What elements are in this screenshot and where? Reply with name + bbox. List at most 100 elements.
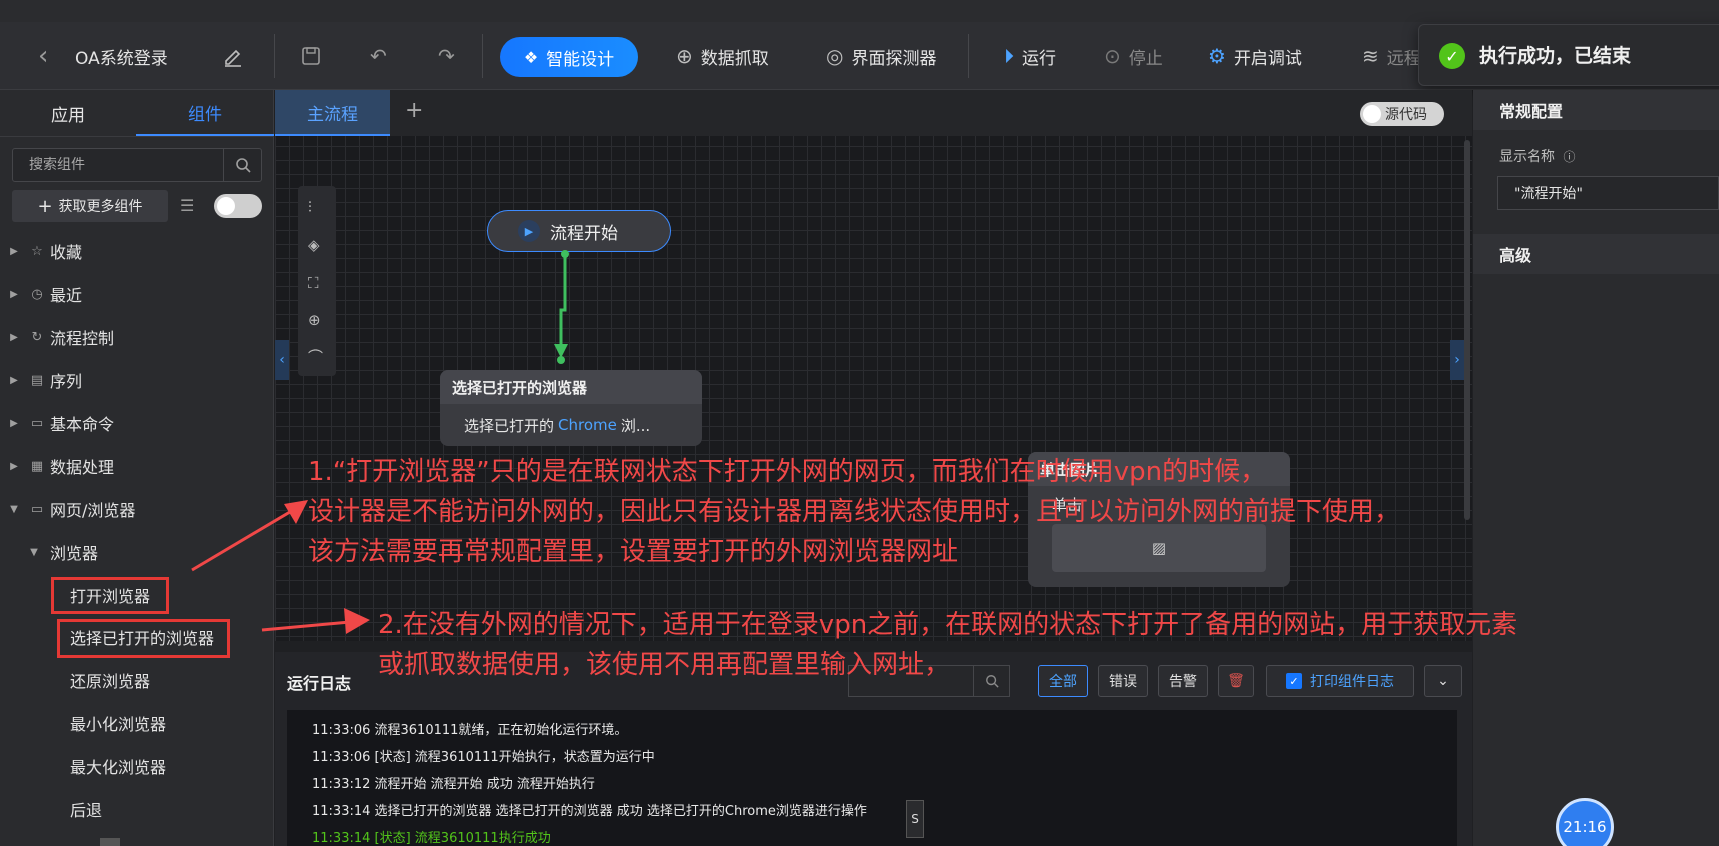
filter-list-icon[interactable]: ☰ [180, 196, 194, 215]
cube-icon: ❖ [523, 47, 539, 67]
tree-label: 收藏 [50, 243, 83, 262]
caret-down-icon: ▼ [10, 503, 18, 515]
component-restore-browser[interactable]: 还原浏览器 [0, 665, 274, 695]
run-button[interactable]: ⏵ 运行 [1004, 22, 1056, 90]
component-toggle[interactable] [214, 194, 262, 218]
chevron-down-icon[interactable]: ⌄ [1424, 665, 1462, 697]
caret-right-icon: ▶ [10, 417, 18, 429]
section-advanced[interactable]: 高级 [1473, 234, 1719, 274]
component-minimize-browser[interactable]: 最小化浏览器 [0, 708, 274, 738]
display-name-field[interactable]: "流程开始" [1497, 176, 1719, 210]
sliders-icon[interactable]: ⫶ [308, 198, 312, 216]
tree-item-web-browser[interactable]: ▼ ▭ 网页/浏览器 [0, 494, 274, 524]
filter-all-button[interactable]: 全部 [1038, 665, 1088, 697]
print-log-toggle[interactable]: ✓ 打印组件日志 [1266, 665, 1414, 697]
data-icon: ▦ [30, 458, 44, 474]
annotation-note1-line3: 该方法需要再常规配置里，设置要打开的外网浏览器网址 [308, 537, 959, 567]
search-input[interactable] [13, 149, 225, 181]
edit-title-button[interactable] [222, 22, 244, 90]
back-button[interactable]: ‹ [38, 22, 48, 90]
select-browser-node[interactable]: 选择已打开的浏览器 选择已打开的 Chrome 浏... [440, 370, 702, 446]
list-icon: ▤ [30, 372, 44, 388]
annotation-note2-line2: 或抓取数据使用，该使用不用再配置里输入网址， [378, 650, 951, 680]
stop-button[interactable]: ⊙ 停止 [1104, 22, 1163, 90]
remote-button[interactable]: ≋ 远程 [1362, 22, 1421, 90]
check-circle-icon: ✓ [1439, 43, 1465, 69]
success-toast: ✓ 执行成功，已结束 [1418, 24, 1719, 86]
component-maximize-browser[interactable]: 最大化浏览器 [0, 751, 274, 781]
component-panel: 应用 组件 + 获取更多组件 ☰ ▶ ☆ 收藏 ▶ ◷ 最近 ▶ [0, 90, 274, 846]
tree-item-favorites[interactable]: ▶ ☆ 收藏 [0, 236, 274, 266]
run-label: 运行 [1022, 48, 1056, 69]
log-line: 11:33:12 流程开始 流程开始 成功 流程开始执行 [312, 777, 595, 792]
debug-button[interactable]: ⚙ 开启调试 [1208, 22, 1302, 90]
toast-text: 执行成功，已结束 [1479, 45, 1632, 67]
tree-label: 流程控制 [50, 329, 115, 348]
capture-icon: ⊕ [676, 44, 693, 68]
add-tab-icon[interactable]: + [405, 98, 423, 123]
stop-label: 停止 [1128, 48, 1163, 69]
flow-connector [554, 250, 569, 364]
log-title: 运行日志 [287, 674, 352, 693]
save-button[interactable] [300, 22, 322, 90]
tree-item-recent[interactable]: ▶ ◷ 最近 [0, 279, 274, 309]
node-body-chrome: Chrome [558, 416, 617, 434]
zoom-reset-icon[interactable]: ⊕ [308, 311, 321, 329]
undo-button[interactable]: ↶ [370, 22, 387, 90]
undo-icon: ↶ [370, 44, 387, 68]
detector-button[interactable]: ◎ 界面探测器 [826, 22, 936, 90]
toggle-knob [1363, 105, 1381, 123]
component-go-back[interactable]: 后退 [0, 794, 274, 824]
filter-warn-button[interactable]: 告警 [1158, 665, 1208, 697]
tree-item-sequence[interactable]: ▶ ▤ 序列 [0, 365, 274, 395]
probe-icon: ◎ [826, 44, 844, 68]
canvas-scrollbar[interactable] [1464, 140, 1470, 520]
data-capture-button[interactable]: ⊕ 数据抓取 [676, 22, 769, 90]
process-title: OA系统登录 [75, 48, 168, 69]
save-icon [302, 47, 320, 65]
tree-item-data-processing[interactable]: ▶ ▦ 数据处理 [0, 451, 274, 481]
get-more-components-button[interactable]: + 获取更多组件 [12, 190, 168, 222]
smart-design-button[interactable]: ❖ 智能设计 [500, 37, 638, 77]
browser-icon: ▭ [30, 501, 44, 517]
curve-icon[interactable]: ⌒ [308, 346, 323, 367]
fullscreen-icon[interactable]: ⛶ [308, 274, 319, 292]
scrollbar-thumb[interactable] [100, 838, 120, 846]
tree-item-browser-group[interactable]: ▼ 浏览器 [0, 537, 274, 567]
star-icon: ☆ [31, 243, 43, 259]
smart-design-label: 智能设计 [546, 49, 615, 70]
annotation-note2-line1: 2.在没有外网的情况下，适用于在登录vpn之前，在联网的状态下打开了备用的网站，… [378, 610, 1518, 640]
trash-icon[interactable]: 🗑 [1218, 665, 1254, 697]
filter-error-button[interactable]: 错误 [1098, 665, 1148, 697]
image-placeholder-icon: ▨ [1052, 524, 1266, 572]
tree-item-flow-control[interactable]: ▶ ↻ 流程控制 [0, 322, 274, 352]
chevron-left-icon: ‹ [38, 41, 49, 71]
annotation-note1-line1: 1.“打开浏览器”只的是在联网状态下打开外网的网页，而我们在时候用vpn的时候， [308, 457, 1267, 487]
section-general[interactable]: 常规配置 [1473, 90, 1719, 130]
node-body: 选择已打开的 Chrome 浏... [440, 404, 702, 446]
tab-main-flow[interactable]: 主流程 [275, 90, 390, 136]
collapse-left-handle[interactable]: ‹ [275, 340, 289, 380]
clock-icon: ◷ [31, 286, 43, 302]
toolbar-divider [968, 34, 969, 78]
tab-app[interactable]: 应用 [0, 90, 136, 136]
layers-icon[interactable]: ◈ [308, 236, 320, 254]
search-icon[interactable] [973, 666, 1009, 696]
tab-components[interactable]: 组件 [136, 90, 274, 136]
tree-label: 数据处理 [50, 458, 115, 477]
highlight-open-browser [51, 577, 169, 614]
tree-item-basic-commands[interactable]: ▶ ▭ 基本命令 [0, 408, 274, 438]
source-code-toggle[interactable]: 源代码 [1360, 102, 1444, 126]
node-body-suffix: 浏... [620, 416, 651, 435]
toolbar-divider [482, 34, 483, 78]
collapse-right-handle[interactable]: › [1450, 340, 1464, 380]
node-body-prefix: 选择已打开的 [464, 416, 555, 435]
redo-button[interactable]: ↷ [438, 22, 455, 90]
start-node[interactable]: ▶ 流程开始 [487, 210, 671, 252]
canvas-tabbar: 主流程 + 源代码 [275, 90, 1472, 136]
tab-divider [0, 136, 274, 137]
plus-icon: + [37, 195, 53, 217]
search-icon[interactable] [223, 149, 261, 181]
top-strip [0, 0, 1719, 22]
log-line: 11:33:14 [状态] 流程3610111执行成功 [312, 831, 551, 846]
